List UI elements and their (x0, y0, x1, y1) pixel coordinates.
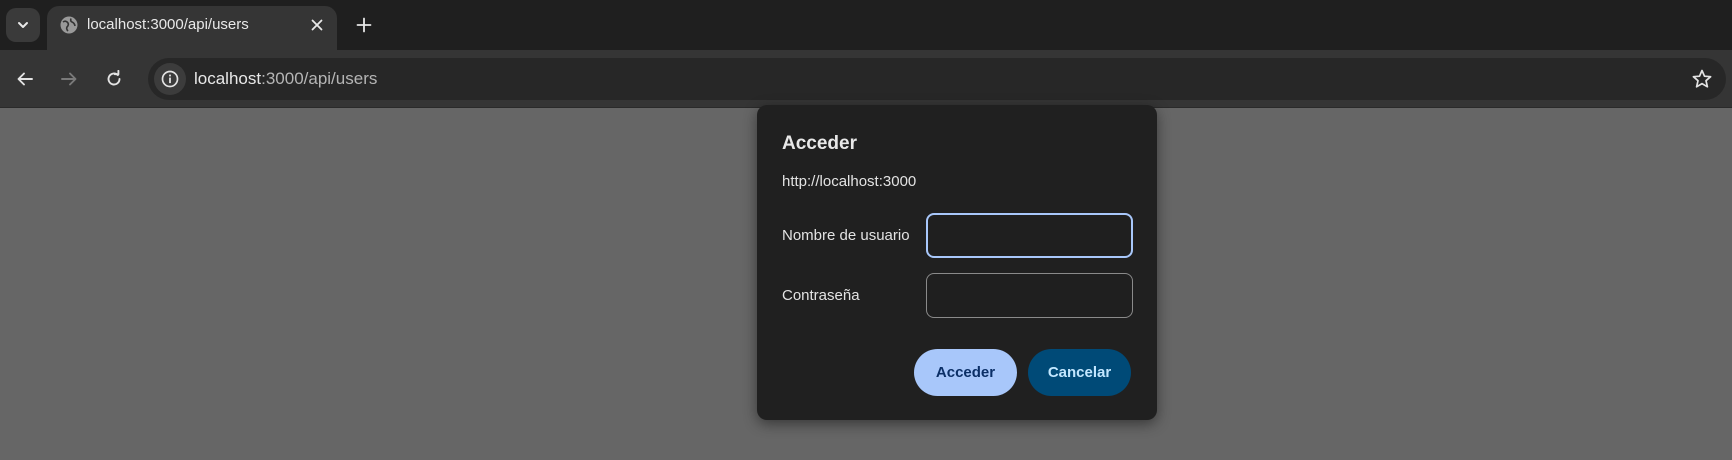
chevron-down-icon (18, 22, 28, 28)
forward-button[interactable] (52, 62, 86, 96)
site-info-button[interactable] (154, 63, 186, 95)
password-label: Contraseña (782, 287, 860, 304)
username-label: Nombre de usuario (782, 227, 910, 244)
url-path: :3000/api/users (261, 69, 378, 88)
sign-in-dialog: Acceder http://localhost:3000 Nombre de … (757, 105, 1157, 420)
arrow-right-icon (61, 72, 77, 86)
plus-icon (356, 17, 372, 33)
url-text[interactable]: localhost:3000/api/users (194, 58, 377, 100)
password-input[interactable] (926, 273, 1133, 318)
arrow-left-icon (17, 72, 33, 86)
username-input[interactable] (926, 213, 1133, 258)
tab-search-button[interactable] (6, 8, 40, 42)
url-host: localhost (194, 69, 262, 88)
reload-icon (107, 70, 121, 86)
tab-strip: localhost:3000/api/users (0, 0, 1732, 50)
back-button[interactable] (8, 62, 42, 96)
address-bar[interactable]: localhost:3000/api/users (148, 58, 1726, 100)
sign-in-button[interactable]: Acceder (914, 349, 1017, 396)
active-tab[interactable]: localhost:3000/api/users (47, 6, 337, 50)
info-icon (161, 70, 179, 88)
tab-title: localhost:3000/api/users (87, 16, 249, 33)
dialog-title: Acceder (782, 133, 857, 154)
new-tab-button[interactable] (349, 10, 379, 40)
close-icon (311, 19, 323, 31)
tab-close-button[interactable] (305, 13, 329, 37)
globe-icon (60, 16, 78, 34)
bookmark-button[interactable] (1686, 63, 1718, 95)
star-icon (1692, 69, 1712, 88)
reload-button[interactable] (97, 62, 131, 96)
cancel-button[interactable]: Cancelar (1028, 349, 1131, 396)
browser-toolbar: localhost:3000/api/users (0, 50, 1732, 108)
dialog-origin: http://localhost:3000 (782, 173, 917, 190)
